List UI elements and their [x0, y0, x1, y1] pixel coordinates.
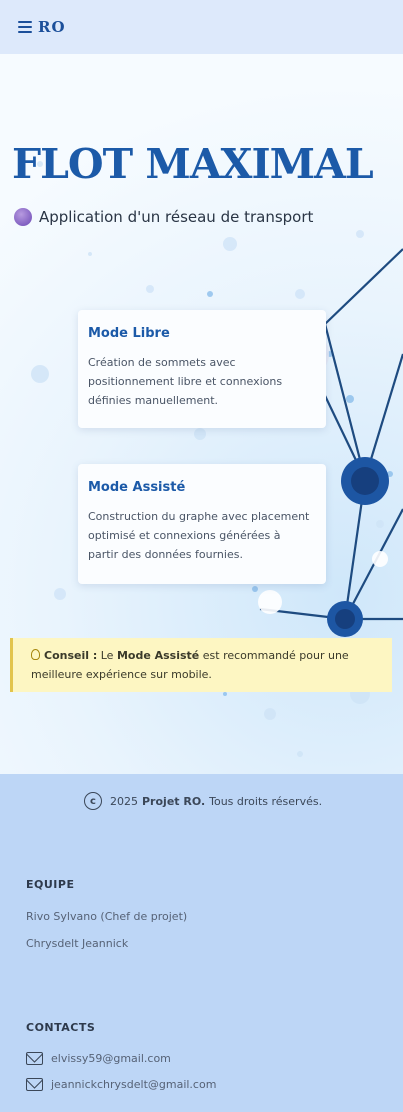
tip-banner: Conseil : Le Mode Assisté est recommandé…: [10, 638, 392, 692]
tip-before: Le: [100, 649, 114, 662]
copyright-year: 2025: [110, 794, 138, 808]
copyright-rights: Tous droits réservés.: [209, 794, 323, 808]
card-description: Construction du graphe avec placement op…: [88, 510, 310, 561]
team-member: Rivo Sylvano (Chef de projet): [26, 910, 188, 923]
mode-assiste-card[interactable]: Mode Assisté Construction du graphe avec…: [78, 464, 326, 584]
footer: c 2025 Projet RO. Tous droits réservés. …: [0, 774, 403, 1112]
subtitle-text: Application d'un réseau de transport: [39, 208, 314, 226]
card-title: Mode Assisté: [88, 480, 186, 495]
card-title: Mode Libre: [88, 326, 170, 341]
copyright-project: Projet RO.: [142, 794, 206, 808]
bubble-icon: [14, 208, 32, 226]
header: RO: [0, 0, 403, 54]
contacts-heading: CONTACTS: [26, 1021, 96, 1034]
subtitle: Application d'un réseau de transport: [14, 208, 313, 226]
contact-email[interactable]: jeannickchrysdelt@gmail.com: [26, 1078, 216, 1091]
copyright: c 2025 Projet RO. Tous droits réservés.: [84, 792, 322, 810]
page-title: FLOT MAXIMAL: [12, 140, 374, 188]
mail-icon: [26, 1052, 43, 1065]
email-text[interactable]: jeannickchrysdelt@gmail.com: [51, 1078, 216, 1091]
mail-icon: [26, 1078, 43, 1091]
logo[interactable]: RO: [38, 18, 66, 36]
card-description: Création de sommets avec positionnement …: [88, 356, 283, 407]
menu-icon[interactable]: [18, 21, 32, 33]
copyright-icon: c: [84, 792, 102, 810]
mode-libre-card[interactable]: Mode Libre Création de sommets avec posi…: [78, 310, 326, 428]
team-heading: EQUIPE: [26, 878, 75, 891]
email-text[interactable]: elvissy59@gmail.com: [51, 1052, 171, 1065]
tip-mode: Mode Assisté: [116, 649, 200, 662]
lightbulb-icon: [31, 649, 40, 660]
tip-label: Conseil :: [44, 649, 98, 662]
team-member: Chrysdelt Jeannick: [26, 937, 129, 950]
contact-email[interactable]: elvissy59@gmail.com: [26, 1052, 171, 1065]
hero-section: FLOT MAXIMAL Application d'un réseau de …: [0, 54, 403, 774]
